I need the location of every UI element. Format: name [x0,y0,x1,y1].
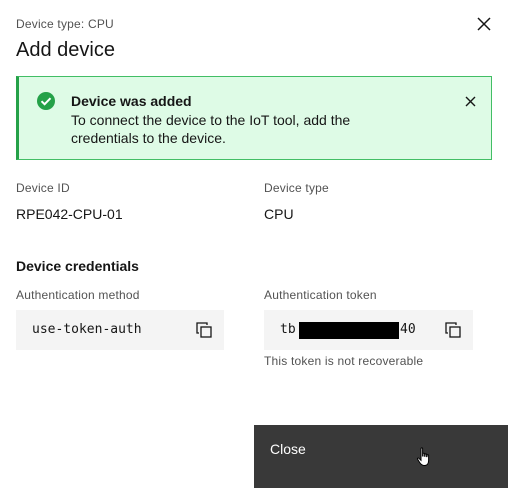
auth-method-value: use-token-auth [32,322,142,337]
credentials-heading: Device credentials [16,258,139,274]
auth-method-snippet: use-token-auth [16,310,224,350]
add-device-modal: Device type: CPU Add device Device was a… [0,0,508,488]
notification-close-button[interactable] [460,91,480,111]
modal-title: Add device [16,39,115,61]
close-icon [477,17,491,31]
auth-token-prefix: tb [280,322,296,337]
copy-auth-token-button[interactable] [443,320,463,340]
copy-icon [445,322,461,338]
auth-method-label: Authentication method [16,288,140,302]
auth-token-snippet: tb 40 [264,310,473,350]
success-notification: Device was added To connect the device t… [16,76,492,160]
hand-pointer-icon [416,447,430,467]
close-button[interactable]: Close [254,425,508,488]
auth-token-helper: This token is not recoverable [264,354,424,368]
close-icon [465,96,475,106]
auth-token-redaction [299,322,399,339]
auth-token-label: Authentication token [264,288,377,302]
device-id-label: Device ID [16,181,70,195]
close-button-label: Close [270,441,306,457]
checkmark-filled-icon [37,92,55,110]
modal-eyebrow: Device type: CPU [16,17,114,31]
copy-auth-method-button[interactable] [194,320,214,340]
modal-close-button[interactable] [474,14,494,34]
device-type-value: CPU [264,206,294,222]
notification-body: To connect the device to the IoT tool, a… [71,112,351,146]
auth-token-suffix: 40 [400,322,416,337]
device-id-value: RPE042-CPU-01 [16,206,123,222]
device-type-label: Device type [264,181,329,195]
notification-title: Device was added [71,93,192,109]
copy-icon [196,322,212,338]
